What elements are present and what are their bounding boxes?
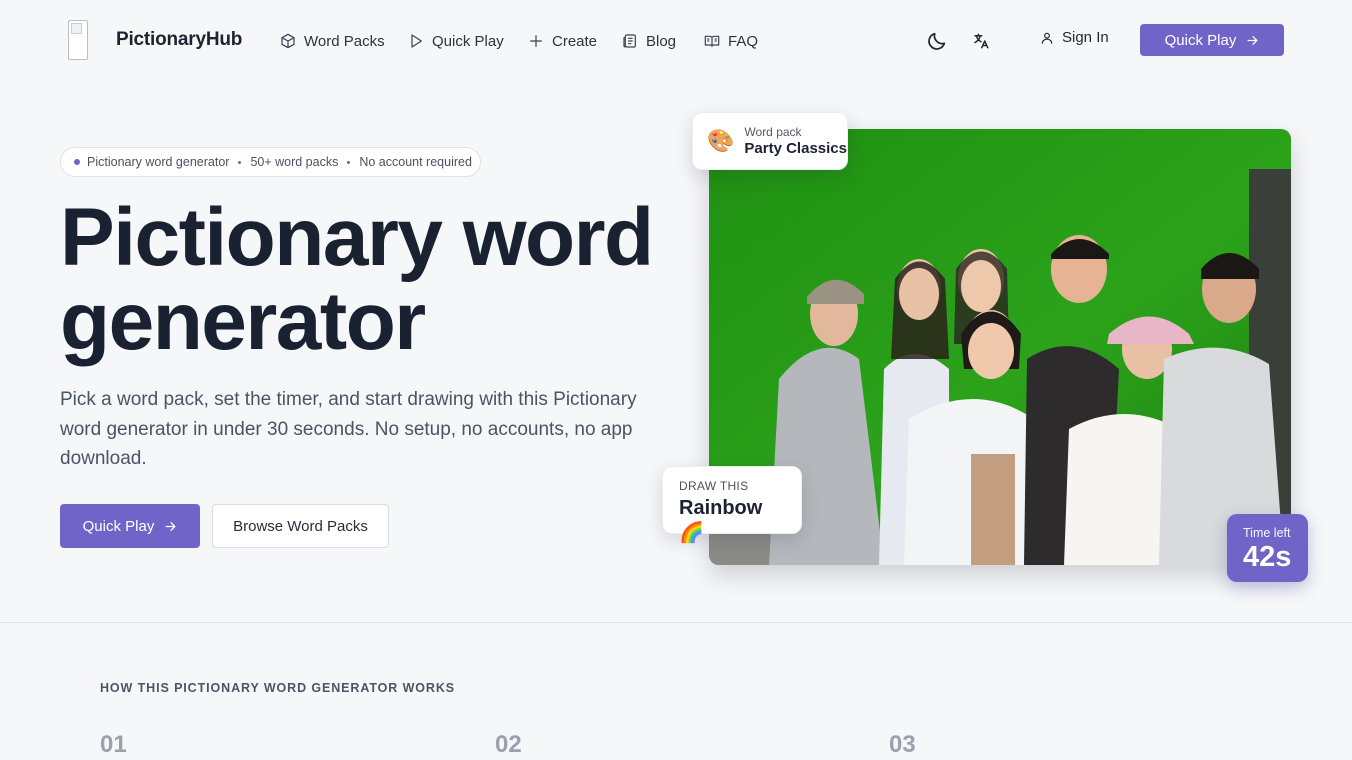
book-icon [704, 35, 720, 47]
browse-word-packs-button[interactable]: Browse Word Packs [212, 504, 389, 548]
user-icon [1041, 32, 1053, 44]
nav-item-blog[interactable]: Blog [622, 29, 676, 53]
nav-item-label: Create [552, 32, 598, 50]
hero-feature-pill: Pictionary word generator 50+ word packs… [60, 147, 481, 177]
nav-item-word-packs[interactable]: Word Packs [280, 29, 385, 53]
play-icon [411, 34, 422, 48]
arrow-right-icon [1247, 35, 1258, 45]
nav-item-create[interactable]: Create [528, 29, 597, 53]
step-number: 02 [495, 731, 522, 758]
nav-item-label: Quick Play [432, 32, 504, 50]
step-number: 03 [889, 731, 916, 758]
pill-item: No account required [359, 155, 472, 169]
palette-icon: 🎨 [707, 128, 735, 153]
how-it-works-title: HOW THIS PICTIONARY WORD GENERATOR WORKS [100, 681, 455, 695]
nav-item-quick-play[interactable]: Quick Play [408, 29, 504, 53]
draw-this-card: DRAW THIS Rainbow 🌈 [662, 466, 802, 544]
top-navbar: PictionaryHub Word Packs Quick Play Crea… [0, 0, 1352, 80]
sign-in-label: Sign In [1062, 29, 1109, 46]
section-divider [0, 622, 1352, 623]
word-pack-card: 🎨 Word pack Party Classics [692, 112, 848, 170]
time-left-value: 42s [1243, 541, 1292, 573]
word-pack-label: Word pack [744, 124, 802, 139]
nav-item-faq[interactable]: FAQ [704, 29, 758, 53]
draw-this-label: DRAW THIS [679, 479, 749, 493]
nav-item-label: Word Packs [304, 32, 385, 50]
word-pack-value: Party Classics [744, 139, 847, 157]
translate-icon [974, 33, 989, 49]
plus-icon [530, 35, 542, 47]
arrow-right-icon [165, 521, 176, 531]
sign-in-link[interactable]: Sign In [1040, 29, 1109, 46]
draw-this-word: Rainbow 🌈 [679, 497, 763, 544]
nav-item-label: FAQ [728, 32, 759, 50]
nav-quick-play-button[interactable]: Quick Play [1140, 24, 1284, 56]
pill-item: 50+ word packs [250, 155, 339, 169]
theme-toggle-button[interactable] [924, 28, 950, 54]
hero-subtitle: Pick a word pack, set the timer, and sta… [60, 389, 637, 469]
hero-quick-play-button[interactable]: Quick Play [60, 504, 200, 548]
step-number: 01 [100, 731, 127, 758]
language-button[interactable] [968, 28, 994, 54]
logo-image[interactable] [68, 20, 88, 60]
moon-icon [928, 32, 946, 50]
time-left-label: Time left [1243, 526, 1291, 540]
hero-title: Pictionary word generator [60, 192, 654, 367]
button-label: Quick Play [1164, 31, 1237, 49]
button-label: Quick Play [82, 517, 155, 535]
newspaper-icon [623, 34, 636, 48]
brand-name[interactable]: PictionaryHub [116, 29, 242, 51]
pill-item: Pictionary word generator [87, 155, 230, 169]
separator-dot [347, 160, 351, 164]
cube-icon [281, 33, 295, 49]
nav-item-label: Blog [646, 32, 677, 50]
time-left-badge: Time left 42s [1227, 514, 1308, 582]
separator-dot [238, 160, 242, 164]
accent-dot [74, 159, 80, 165]
